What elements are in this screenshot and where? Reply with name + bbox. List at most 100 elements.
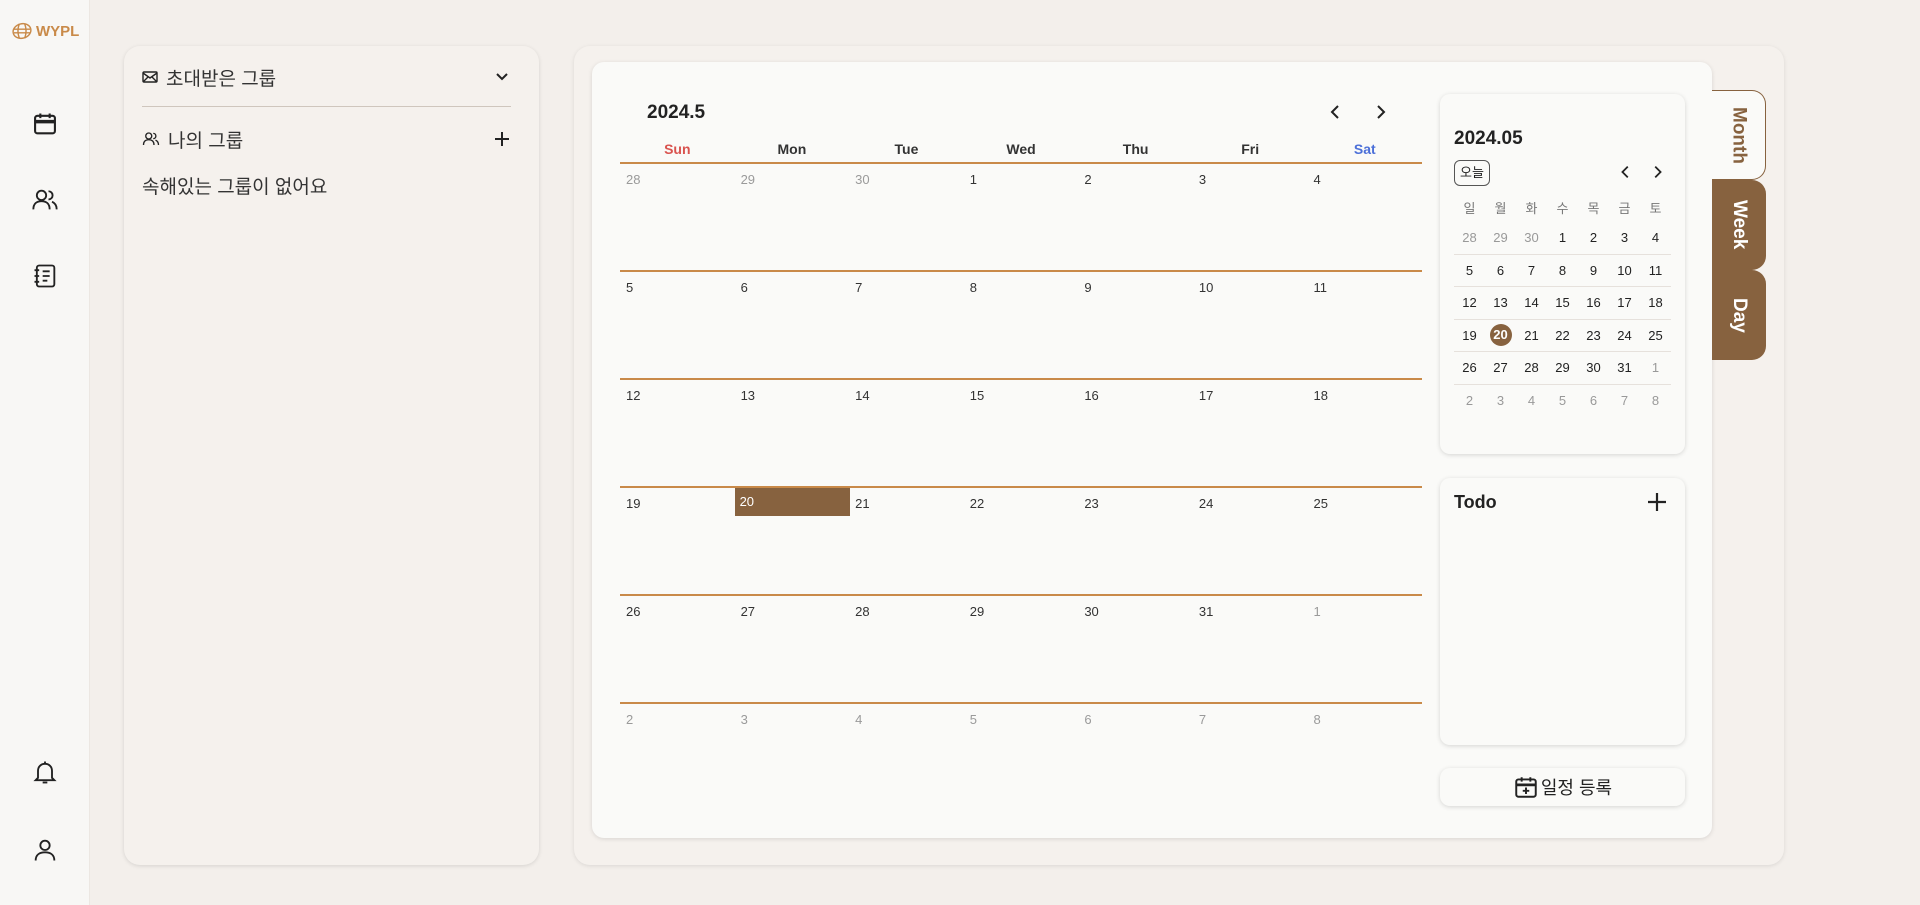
day-cell[interactable]: 10: [1193, 272, 1308, 378]
day-cell[interactable]: 11: [1307, 272, 1422, 378]
tab-month[interactable]: Month: [1712, 90, 1766, 180]
calendar-nav-button[interactable]: [25, 104, 65, 144]
mini-day[interactable]: 4: [1640, 230, 1671, 245]
mini-day[interactable]: 31: [1609, 360, 1640, 375]
mini-day[interactable]: 5: [1454, 263, 1485, 278]
mini-day[interactable]: 8: [1547, 263, 1578, 278]
mini-day[interactable]: 1: [1547, 230, 1578, 245]
mini-day[interactable]: 28: [1454, 230, 1485, 245]
mini-day[interactable]: 16: [1578, 295, 1609, 310]
mini-day[interactable]: 3: [1485, 393, 1516, 408]
day-cell[interactable]: 29: [964, 596, 1079, 702]
mini-day[interactable]: 30: [1516, 230, 1547, 245]
day-cell[interactable]: 25: [1307, 488, 1422, 594]
mini-day[interactable]: 4: [1516, 393, 1547, 408]
day-cell[interactable]: 9: [1078, 272, 1193, 378]
mini-day[interactable]: 12: [1454, 295, 1485, 310]
day-cell[interactable]: 5: [620, 272, 735, 378]
mini-day[interactable]: 23: [1578, 328, 1609, 343]
day-cell[interactable]: 7: [849, 272, 964, 378]
day-cell[interactable]: 8: [964, 272, 1079, 378]
day-cell[interactable]: 3: [1193, 164, 1308, 270]
day-cell[interactable]: 6: [1078, 704, 1193, 810]
mini-day[interactable]: 3: [1609, 230, 1640, 245]
day-cell[interactable]: 8: [1307, 704, 1422, 810]
tab-week[interactable]: Week: [1712, 180, 1766, 270]
today-button[interactable]: 오늘: [1454, 160, 1490, 186]
mini-day[interactable]: 19: [1454, 328, 1485, 343]
chevron-down-icon[interactable]: [493, 68, 511, 86]
mini-next-button[interactable]: [1645, 160, 1669, 184]
mini-day[interactable]: 14: [1516, 295, 1547, 310]
mini-day[interactable]: 15: [1547, 295, 1578, 310]
prev-month-button[interactable]: [1324, 100, 1348, 124]
day-cell[interactable]: 2: [1078, 164, 1193, 270]
mini-day[interactable]: 29: [1485, 230, 1516, 245]
mini-day[interactable]: 9: [1578, 263, 1609, 278]
mini-day[interactable]: 7: [1516, 263, 1547, 278]
day-cell[interactable]: 21: [849, 488, 964, 594]
add-schedule-button[interactable]: 일정 등록: [1440, 768, 1685, 806]
notification-button[interactable]: [25, 752, 65, 792]
day-cell[interactable]: 6: [735, 272, 850, 378]
day-cell[interactable]: 13: [735, 380, 850, 486]
mini-day[interactable]: 11: [1640, 263, 1671, 278]
mini-day[interactable]: 17: [1609, 295, 1640, 310]
next-month-button[interactable]: [1368, 100, 1392, 124]
mini-prev-button[interactable]: [1614, 160, 1638, 184]
day-cell[interactable]: 28: [849, 596, 964, 702]
day-cell[interactable]: 7: [1193, 704, 1308, 810]
day-cell[interactable]: 19: [620, 488, 735, 594]
day-cell[interactable]: 23: [1078, 488, 1193, 594]
day-cell[interactable]: 24: [1193, 488, 1308, 594]
day-cell[interactable]: 1: [964, 164, 1079, 270]
day-cell[interactable]: 4: [849, 704, 964, 810]
day-cell[interactable]: 1: [1307, 596, 1422, 702]
tab-day[interactable]: Day: [1712, 270, 1766, 360]
day-cell[interactable]: 31: [1193, 596, 1308, 702]
day-cell-today[interactable]: 20: [734, 488, 850, 594]
day-cell[interactable]: 12: [620, 380, 735, 486]
mini-day[interactable]: 30: [1578, 360, 1609, 375]
mini-day-today[interactable]: 20: [1485, 324, 1516, 347]
mini-day[interactable]: 24: [1609, 328, 1640, 343]
mini-day[interactable]: 29: [1547, 360, 1578, 375]
mini-day[interactable]: 10: [1609, 263, 1640, 278]
mini-day[interactable]: 6: [1485, 263, 1516, 278]
day-cell[interactable]: 15: [964, 380, 1079, 486]
mini-day[interactable]: 6: [1578, 393, 1609, 408]
mini-day[interactable]: 21: [1516, 328, 1547, 343]
day-cell[interactable]: 30: [849, 164, 964, 270]
day-cell[interactable]: 29: [735, 164, 850, 270]
day-cell[interactable]: 30: [1078, 596, 1193, 702]
add-group-button[interactable]: [493, 130, 511, 148]
mini-day[interactable]: 27: [1485, 360, 1516, 375]
mini-day[interactable]: 28: [1516, 360, 1547, 375]
mini-day[interactable]: 8: [1640, 393, 1671, 408]
app-logo[interactable]: WYPL: [11, 20, 79, 42]
mini-day[interactable]: 26: [1454, 360, 1485, 375]
mini-day[interactable]: 18: [1640, 295, 1671, 310]
day-cell[interactable]: 27: [735, 596, 850, 702]
profile-button[interactable]: [25, 830, 65, 870]
day-cell[interactable]: 17: [1193, 380, 1308, 486]
mini-day[interactable]: 5: [1547, 393, 1578, 408]
day-cell[interactable]: 18: [1307, 380, 1422, 486]
mini-day[interactable]: 25: [1640, 328, 1671, 343]
day-cell[interactable]: 5: [964, 704, 1079, 810]
mini-day[interactable]: 2: [1578, 230, 1609, 245]
day-cell[interactable]: 26: [620, 596, 735, 702]
day-cell[interactable]: 3: [735, 704, 850, 810]
notebook-nav-button[interactable]: [25, 256, 65, 296]
day-cell[interactable]: 4: [1307, 164, 1422, 270]
day-cell[interactable]: 2: [620, 704, 735, 810]
mini-day[interactable]: 13: [1485, 295, 1516, 310]
add-todo-button[interactable]: [1643, 488, 1671, 516]
day-cell[interactable]: 16: [1078, 380, 1193, 486]
group-nav-button[interactable]: [25, 180, 65, 220]
day-cell[interactable]: 22: [964, 488, 1079, 594]
mini-day[interactable]: 7: [1609, 393, 1640, 408]
day-cell[interactable]: 28: [620, 164, 735, 270]
mini-day[interactable]: 2: [1454, 393, 1485, 408]
mini-day[interactable]: 1: [1640, 360, 1671, 375]
